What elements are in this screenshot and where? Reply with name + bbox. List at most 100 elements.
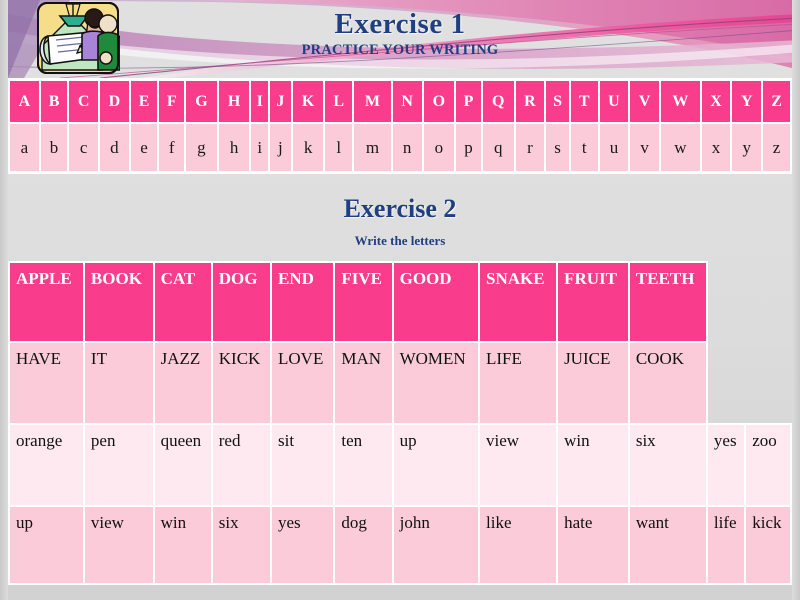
lowercase-letter-cell: f <box>157 122 187 173</box>
uppercase-letter-cell: O <box>421 79 457 124</box>
word-cell: JUICE <box>556 341 630 425</box>
word-cell: view <box>82 505 155 585</box>
lowercase-letter-cell: a <box>8 122 41 173</box>
lowercase-letter-cell: o <box>421 122 457 173</box>
uppercase-letter-cell: W <box>658 79 702 124</box>
word-cell: KICK <box>210 341 273 425</box>
word-cell: six <box>627 423 708 507</box>
alphabet-table: ABCDEFGHIJKLMNOPQRSTUVWXYZ abcdefghijklm… <box>8 79 792 173</box>
uppercase-letter-cell: T <box>568 79 600 124</box>
word-cell: sit <box>269 423 336 507</box>
lowercase-letter-cell: r <box>513 122 547 173</box>
lowercase-letter-cell: d <box>98 122 131 173</box>
word-cell: hate <box>556 505 630 585</box>
lowercase-letter-cell: t <box>568 122 600 173</box>
word-cell: win <box>556 423 630 507</box>
uppercase-letter-cell: A <box>8 79 41 124</box>
word-cell: END <box>269 261 336 343</box>
word-cell: CAT <box>152 261 213 343</box>
word-cell: ten <box>333 423 394 507</box>
exercise2-title: Exercise 2 <box>343 194 457 223</box>
word-cell: LOVE <box>269 341 336 425</box>
word-cell: TEETH <box>627 261 708 343</box>
word-cell: HAVE <box>8 341 85 425</box>
lowercase-letter-cell: w <box>658 122 702 173</box>
word-cell: want <box>627 505 708 585</box>
uppercase-letter-cell: Q <box>480 79 516 124</box>
word-cell: up <box>8 505 85 585</box>
word-cell: kick <box>744 505 792 585</box>
uppercase-letter-cell: L <box>323 79 355 124</box>
uppercase-letter-cell: H <box>216 79 252 124</box>
right-edge-bar <box>792 0 800 600</box>
word-cell: SNAKE <box>477 261 559 343</box>
uppercase-letter-cell: E <box>128 79 160 124</box>
lowercase-row: abcdefghijklmnopqrstuvwxyz <box>8 122 792 173</box>
uppercase-letter-cell: I <box>249 79 271 124</box>
writing-clipart-icon <box>36 2 120 76</box>
word-cell: BOOK <box>82 261 155 343</box>
lowercase-letter-cell: u <box>597 122 631 173</box>
lowercase-letter-cell: v <box>628 122 661 173</box>
word-cell: win <box>152 505 213 585</box>
uppercase-letter-cell: P <box>454 79 483 124</box>
word-cell: DOG <box>210 261 273 343</box>
uppercase-letter-cell: M <box>352 79 393 124</box>
uppercase-letter-cell: Z <box>761 79 792 124</box>
word-cell: LIFE <box>477 341 559 425</box>
lowercase-letter-cell: q <box>480 122 516 173</box>
lowercase-letter-cell: m <box>352 122 393 173</box>
word-cell: JAZZ <box>152 341 213 425</box>
left-edge-bar <box>0 0 8 600</box>
lowercase-letter-cell: x <box>699 122 733 173</box>
lowercase-letter-cell: i <box>249 122 271 173</box>
uppercase-letter-cell: C <box>67 79 101 124</box>
word-cell: orange <box>8 423 85 507</box>
word-cell: yes <box>269 505 336 585</box>
lowercase-letter-cell: k <box>290 122 326 173</box>
lowercase-letter-cell: z <box>761 122 792 173</box>
word-cell: APPLE <box>8 261 85 343</box>
slide: Exercise 1 PRACTICE YOUR WRITING ABCDEFG… <box>0 0 800 600</box>
word-cell: IT <box>82 341 155 425</box>
word-cell: MAN <box>333 341 394 425</box>
uppercase-letter-cell: K <box>290 79 326 124</box>
uppercase-letter-cell: B <box>38 79 70 124</box>
word-cell: yes <box>705 423 747 507</box>
uppercase-row: ABCDEFGHIJKLMNOPQRSTUVWXYZ <box>8 79 792 124</box>
uppercase-letter-cell: X <box>699 79 733 124</box>
lowercase-letter-cell: l <box>323 122 355 173</box>
exercise1-title: Exercise 1 <box>334 8 466 40</box>
uppercase-letter-cell: D <box>98 79 131 124</box>
lowercase-letter-cell: b <box>38 122 70 173</box>
lowercase-letter-cell: c <box>67 122 101 173</box>
uppercase-letter-cell: S <box>544 79 571 124</box>
exercise2-subtitle: Write the letters <box>354 233 446 248</box>
uppercase-letter-cell: J <box>268 79 293 124</box>
words-row: up view win six yes dog john like hate want life ki… <box>8 505 792 585</box>
lowercase-letter-cell: s <box>544 122 571 173</box>
word-cell: GOOD <box>391 261 481 343</box>
uppercase-letter-cell: G <box>184 79 219 124</box>
word-cell: six <box>210 505 273 585</box>
words-row: HAVE IT JAZZ KICK LOVE MAN WOMEN LIFE JUICE COOK <box>8 341 791 425</box>
lowercase-letter-cell: g <box>184 122 219 173</box>
words-row: orange pen queen red sit ten up view win six yes zo… <box>8 423 792 507</box>
exercise1-subtitle: PRACTICE YOUR WRITING <box>301 42 499 58</box>
uppercase-letter-cell: Y <box>730 79 764 124</box>
lowercase-letter-cell: p <box>454 122 483 173</box>
lowercase-letter-cell: h <box>216 122 252 173</box>
word-cell: FIVE <box>333 261 394 343</box>
word-cell: red <box>210 423 273 507</box>
word-cell: zoo <box>744 423 792 507</box>
word-cell: up <box>391 423 481 507</box>
word-cell: WOMEN <box>391 341 481 425</box>
uppercase-letter-cell: V <box>628 79 661 124</box>
lowercase-letter-cell: y <box>730 122 764 173</box>
word-cell: john <box>391 505 481 585</box>
word-cell: pen <box>82 423 155 507</box>
uppercase-letter-cell: F <box>157 79 187 124</box>
lowercase-letter-cell: n <box>390 122 424 173</box>
words-table: APPLE BOOK CAT DOG END FIVE GOOD SNAKE FRUIT TEET… <box>8 261 792 585</box>
uppercase-letter-cell: U <box>597 79 631 124</box>
